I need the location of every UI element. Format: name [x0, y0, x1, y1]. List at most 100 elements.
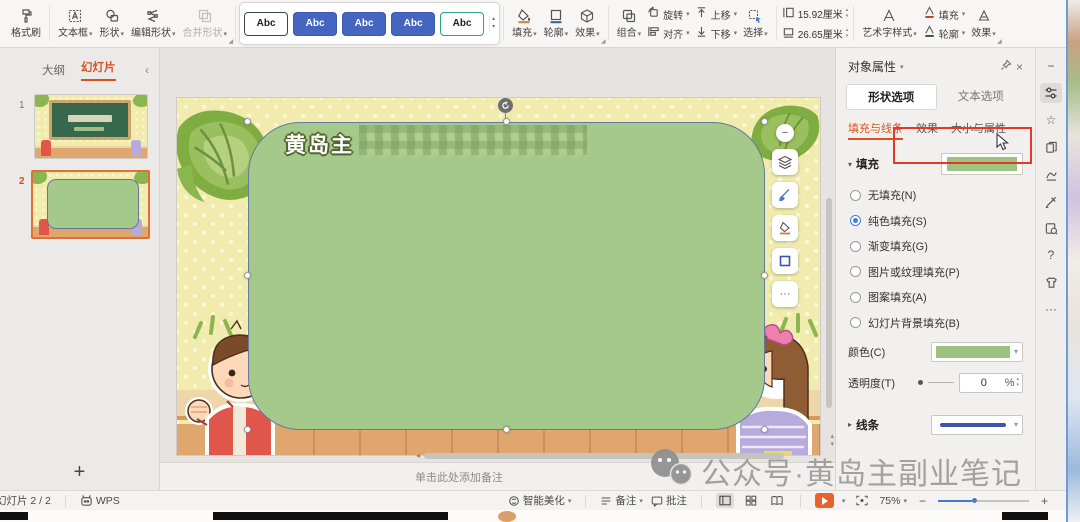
resize-handle-topleft[interactable]: [244, 118, 251, 125]
transparency-value-field[interactable]: 0 % ▴▾: [959, 373, 1023, 393]
shape-fill-button[interactable]: 填充▾: [509, 7, 540, 40]
color-dropdown[interactable]: ▾: [931, 342, 1023, 362]
slide-editing-surface[interactable]: 黄岛主: [177, 98, 820, 455]
wordart-styles-button[interactable]: 艺术字样式▾: [859, 7, 920, 40]
zoom-in-button[interactable]: +: [1037, 494, 1052, 508]
zoom-level[interactable]: 75% ▾: [879, 495, 907, 507]
help-rail-button[interactable]: ?: [1040, 245, 1062, 265]
wordart-outline-button[interactable]: 轮廓▾: [921, 25, 968, 41]
resize-handle-topright[interactable]: [761, 118, 768, 125]
more-rail-button[interactable]: ···: [1040, 299, 1062, 319]
layers-button[interactable]: [772, 149, 798, 175]
clipboard-rail-button[interactable]: [1040, 137, 1062, 157]
smart-beautify-button[interactable]: 智能美化 ▾: [508, 493, 572, 508]
format-object-button[interactable]: [772, 248, 798, 274]
edit-shape-button[interactable]: 编辑形状▾: [128, 7, 179, 40]
line-section-header[interactable]: ▸ 线条: [848, 417, 879, 433]
group-button[interactable]: 组合▾: [614, 7, 645, 40]
resize-handle-midright[interactable]: [761, 272, 768, 279]
text-box-button[interactable]: 文本框▾: [55, 7, 96, 40]
object-properties-rail-button[interactable]: [1040, 83, 1062, 103]
wps-ai-badge[interactable]: WPS: [80, 494, 120, 507]
scroll-left-icon[interactable]: ◂: [416, 453, 420, 459]
wordart-effects-button[interactable]: 效果▾: [968, 7, 999, 40]
more-options-button[interactable]: ···: [772, 281, 798, 307]
tab-slides[interactable]: 幻灯片: [81, 59, 116, 81]
radio-no-fill[interactable]: 无填充(N): [850, 187, 1035, 203]
align-button[interactable]: 对齐▾: [645, 25, 692, 41]
zoom-out-button[interactable]: −: [915, 494, 930, 508]
transparency-slider-handle[interactable]: [918, 380, 923, 385]
resize-handle-bottomcenter[interactable]: [503, 426, 510, 433]
slide-thumbnail-1[interactable]: [34, 94, 148, 159]
dialog-launcher-icon[interactable]: ◢: [228, 38, 233, 45]
shape-style-preset[interactable]: Abc: [342, 12, 386, 36]
shape-effects-button[interactable]: 效果▾: [572, 7, 603, 40]
tools-rail-button[interactable]: [1040, 191, 1062, 211]
research-rail-button[interactable]: [1040, 218, 1062, 238]
reading-view-button[interactable]: [768, 493, 786, 508]
skin-rail-button[interactable]: [1040, 272, 1062, 292]
close-panel-icon[interactable]: ×: [1016, 60, 1023, 74]
collapse-panel-icon[interactable]: ‹: [145, 63, 149, 77]
fill-section-header[interactable]: ▾ 填充: [848, 156, 879, 172]
move-up-button[interactable]: 上移▾: [693, 6, 740, 22]
radio-gradient-fill[interactable]: 渐变填充(G): [850, 238, 1035, 254]
shape-style-preset[interactable]: Abc: [293, 12, 337, 36]
shape-style-preset[interactable]: Abc: [391, 12, 435, 36]
tab-outline[interactable]: 大纲: [42, 62, 65, 78]
resize-handle-bottomleft[interactable]: [244, 426, 251, 433]
pin-panel-icon[interactable]: [1000, 59, 1012, 74]
spinner-icon[interactable]: ▴▾: [1016, 377, 1019, 388]
radio-background-fill[interactable]: 幻灯片背景填充(B): [850, 315, 1035, 331]
collapse-toolbar-button[interactable]: −: [776, 124, 794, 142]
signature-rail-button[interactable]: [1040, 164, 1062, 184]
brush-style-button[interactable]: [772, 182, 798, 208]
page-up-down-buttons[interactable]: ▴▾: [830, 433, 834, 448]
slide-sorter-view-button[interactable]: [742, 493, 760, 508]
fit-to-window-button[interactable]: [853, 493, 871, 508]
tab-shape-options[interactable]: 形状选项: [846, 84, 937, 110]
zoom-slider[interactable]: [938, 498, 1029, 503]
resize-handle-midleft[interactable]: [244, 272, 251, 279]
transparency-slider-track[interactable]: [928, 382, 954, 383]
normal-view-button[interactable]: [716, 493, 734, 508]
resize-handle-topcenter[interactable]: [503, 118, 510, 125]
collapse-rail-icon[interactable]: −: [1040, 56, 1062, 76]
slideshow-play-button[interactable]: [815, 493, 834, 508]
play-options-caret-icon[interactable]: ▾: [842, 497, 846, 505]
dialog-launcher-icon[interactable]: ◢: [601, 38, 606, 45]
shape-title-text[interactable]: 黄岛主: [285, 129, 354, 159]
notes-button[interactable]: 备注 ▾: [600, 493, 643, 508]
shape-style-preset[interactable]: Abc: [244, 12, 288, 36]
fill-color-button[interactable]: [772, 215, 798, 241]
rotation-handle[interactable]: [498, 98, 513, 113]
selected-rounded-rectangle-shape[interactable]: [248, 122, 765, 430]
spinner-icon[interactable]: ▴▾: [846, 8, 849, 19]
vertical-scroll-thumb[interactable]: [826, 198, 832, 408]
resize-handle-bottomright[interactable]: [761, 426, 768, 433]
line-style-dropdown[interactable]: ▾: [931, 415, 1023, 435]
wordart-fill-button[interactable]: 填充▾: [921, 6, 968, 22]
dropdown-caret-icon[interactable]: ▾: [900, 63, 904, 71]
dialog-launcher-icon[interactable]: ◢: [997, 38, 1002, 45]
radio-solid-fill[interactable]: 纯色填充(S): [850, 213, 1035, 229]
radio-pattern-fill[interactable]: 图案填充(A): [850, 289, 1035, 305]
shape-height-field[interactable]: 15.92厘米 ▴▾: [782, 5, 849, 22]
gallery-more-button[interactable]: ▴▾: [489, 16, 495, 30]
favorites-rail-button[interactable]: ☆: [1040, 110, 1062, 130]
comments-button[interactable]: 批注: [651, 493, 687, 508]
radio-picture-fill[interactable]: 图片或纹理填充(P): [850, 264, 1035, 280]
move-down-button[interactable]: 下移▾: [693, 25, 740, 41]
select-button[interactable]: 选择▾: [740, 7, 771, 40]
rotate-button[interactable]: 旋转▾: [645, 6, 692, 22]
format-painter-button[interactable]: 格式刷: [8, 7, 44, 40]
shape-width-field[interactable]: 26.65厘米 ▴▾: [782, 25, 849, 42]
add-slide-button[interactable]: +: [0, 461, 159, 484]
tab-text-options[interactable]: 文本选项: [937, 84, 1026, 110]
shape-outline-button[interactable]: 轮廓▾: [541, 7, 572, 40]
slide-thumbnail-2[interactable]: [31, 170, 150, 239]
shape-style-preset[interactable]: Abc: [440, 12, 484, 36]
spinner-icon[interactable]: ▴▾: [846, 28, 849, 39]
shapes-button[interactable]: 形状▾: [97, 7, 128, 40]
